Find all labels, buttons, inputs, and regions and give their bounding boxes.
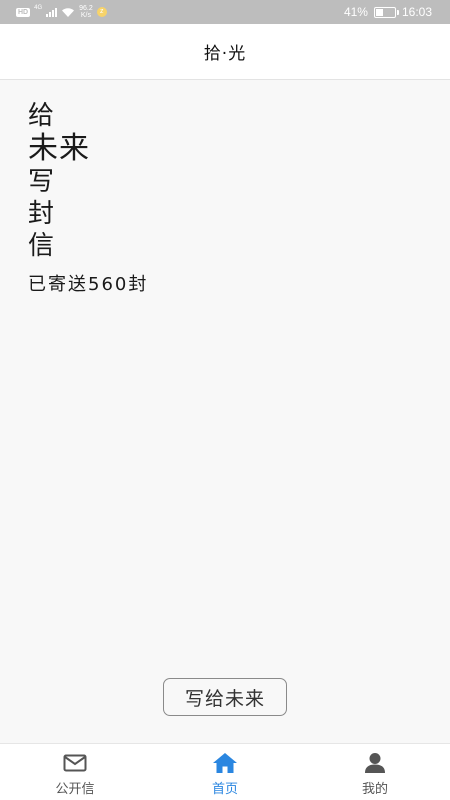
- status-bar: HD 4G 96.2 K/s z 41% 16:03: [0, 0, 450, 24]
- battery-fill: [375, 8, 383, 16]
- app-header: 拾·光: [0, 24, 450, 80]
- user-icon: [362, 752, 388, 774]
- status-right: 41% 16:03: [344, 4, 432, 20]
- network-speed-unit: K/s: [80, 12, 92, 19]
- home-icon: [212, 752, 238, 774]
- sent-count: 已寄送560封: [28, 274, 149, 295]
- clock: 16:03: [401, 5, 432, 19]
- hero-line-1: 给: [28, 101, 55, 131]
- hero-line-5: 信: [28, 231, 55, 261]
- battery-icon: [373, 6, 399, 18]
- battery-percent: 41%: [343, 5, 368, 19]
- status-left: HD 4G 96.2 K/s z: [16, 4, 107, 20]
- network-type: 4G: [34, 5, 43, 11]
- hero-text: 给 未来 写 封 信: [28, 100, 90, 262]
- hero-line-3: 写: [28, 167, 55, 197]
- nav-item-public-letters[interactable]: 公开信: [0, 744, 150, 800]
- nav-label-mine: 我的: [361, 782, 388, 797]
- write-to-future-button[interactable]: 写给未来: [163, 678, 287, 716]
- hd-badge: HD: [16, 7, 31, 17]
- nav-label-public-letters: 公开信: [55, 782, 95, 797]
- notification-icon: z: [96, 7, 107, 17]
- hero-line-2: 未来: [28, 131, 90, 166]
- wifi-icon: [62, 7, 75, 17]
- page-title: 拾·光: [203, 44, 247, 64]
- nav-label-home: 首页: [211, 782, 238, 797]
- mail-icon: [62, 752, 88, 774]
- network-speed: 96.2 K/s: [79, 5, 93, 19]
- bottom-nav: 公开信 首页 我的: [0, 743, 450, 800]
- hero-line-4: 封: [28, 199, 55, 229]
- nav-item-mine[interactable]: 我的: [300, 744, 450, 800]
- signal-icon: [46, 7, 58, 17]
- network-speed-value: 96.2: [79, 5, 93, 12]
- nav-item-home[interactable]: 首页: [150, 744, 300, 800]
